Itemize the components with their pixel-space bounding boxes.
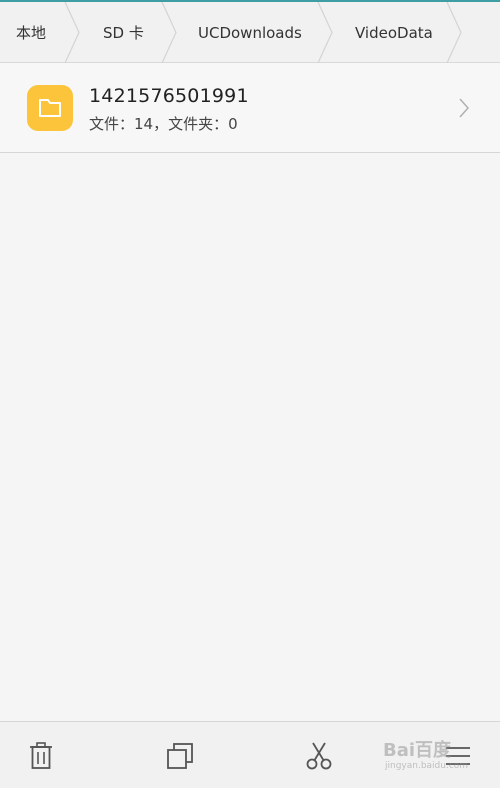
breadcrumb-label: 本地 — [16, 24, 47, 42]
breadcrumb: 本地 SD 卡 UCDownloads VideoData — [0, 2, 500, 63]
folder-icon — [27, 85, 73, 131]
watermark: Bai百度 jingyan.baidu.com — [383, 736, 473, 776]
breadcrumb-item-sdcard[interactable]: SD 卡 — [103, 2, 144, 63]
watermark-logo: Bai百度 — [383, 740, 452, 761]
breadcrumb-separator-icon — [315, 2, 337, 63]
breadcrumb-separator-icon — [444, 2, 466, 63]
copy-button[interactable] — [150, 722, 210, 788]
trash-icon — [30, 741, 52, 769]
folder-details: 文件：14，文件夹：0 — [89, 115, 238, 133]
scissors-icon — [306, 742, 332, 769]
list-item[interactable]: 1421576501991 文件：14，文件夹：0 — [0, 63, 500, 153]
chevron-right-icon — [458, 97, 470, 123]
cut-button[interactable] — [289, 722, 349, 788]
breadcrumb-separator-icon — [159, 2, 181, 63]
folder-name: 1421576501991 — [89, 85, 249, 107]
watermark-url: jingyan.baidu.com — [385, 761, 469, 771]
breadcrumb-separator-icon — [62, 2, 84, 63]
breadcrumb-item-videodata[interactable]: VideoData — [355, 2, 433, 63]
delete-button[interactable] — [11, 722, 71, 788]
breadcrumb-item-ucdownloads[interactable]: UCDownloads — [198, 2, 302, 63]
breadcrumb-label: UCDownloads — [198, 23, 302, 42]
copy-icon — [167, 742, 193, 769]
breadcrumb-label: SD 卡 — [103, 24, 144, 42]
breadcrumb-item-local[interactable]: 本地 — [16, 2, 46, 63]
breadcrumb-label: VideoData — [355, 23, 433, 42]
